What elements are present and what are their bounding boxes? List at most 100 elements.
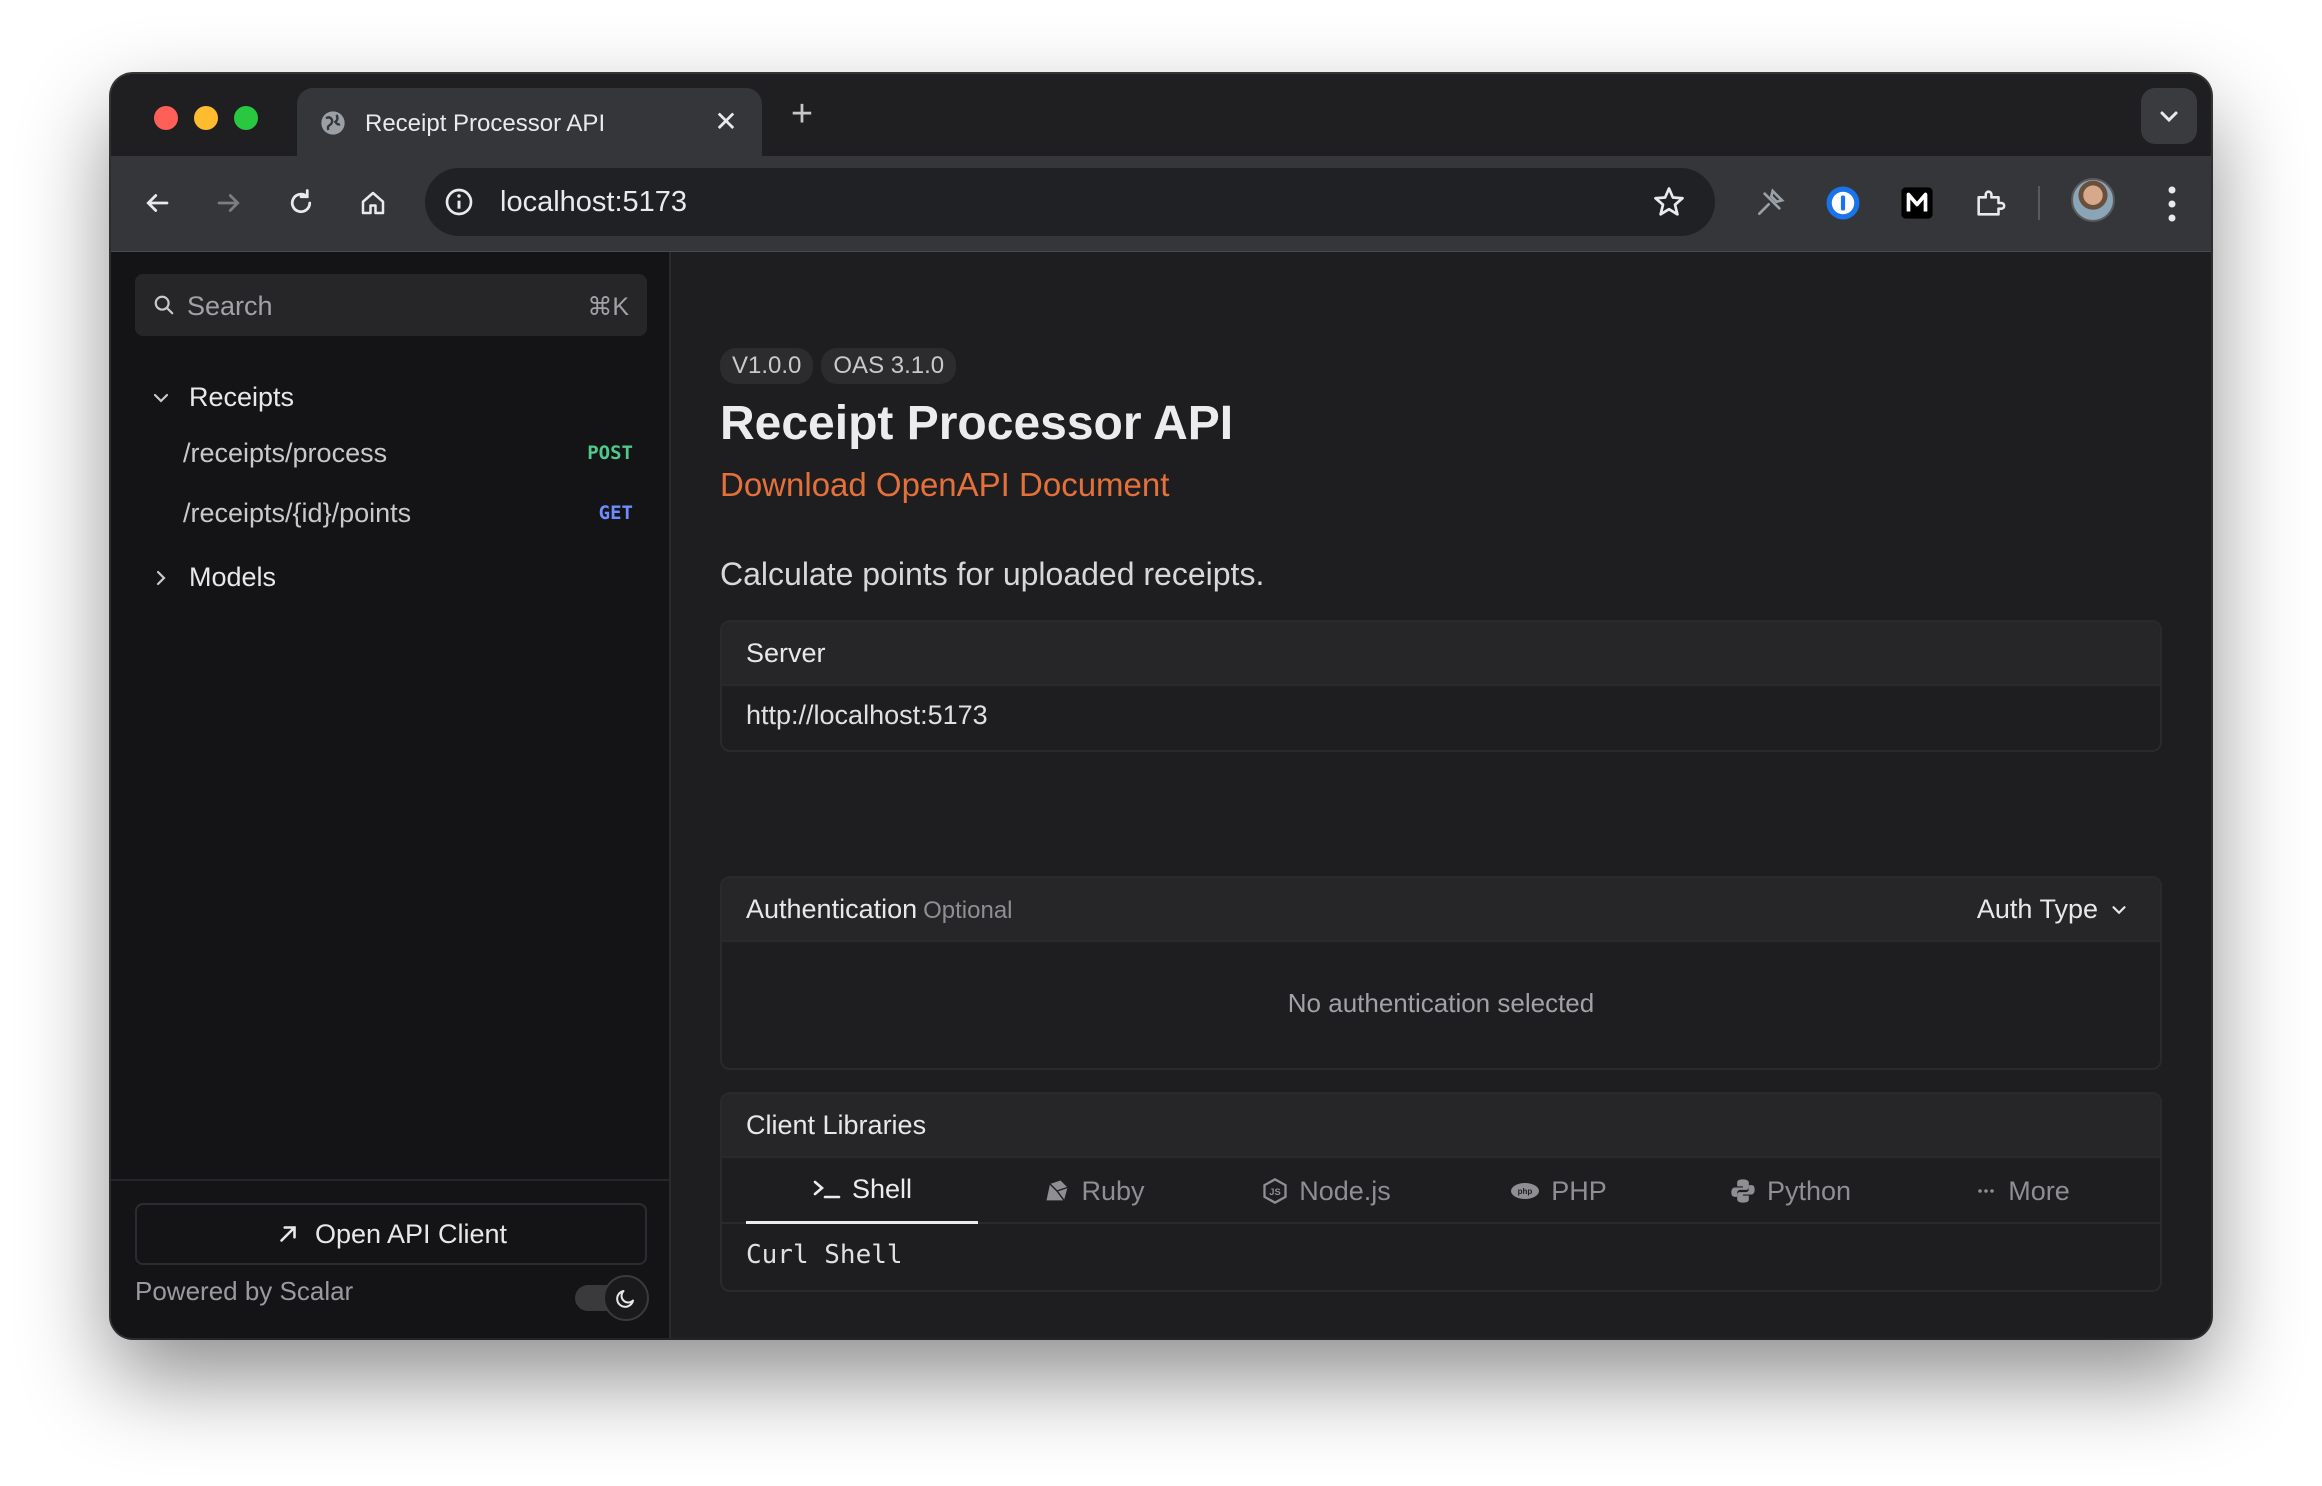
back-button[interactable]: [135, 181, 179, 225]
api-description: Calculate points for uploaded receipts.: [720, 556, 1265, 592]
auth-title: Authentication: [746, 894, 918, 924]
main-content: V1.0.0 OAS 3.1.0 Receipt Processor API D…: [720, 252, 2165, 1338]
powered-by-text[interactable]: Powered by Scalar: [135, 1276, 353, 1307]
authentication-card: Authentication Optional Auth Type No auth…: [720, 876, 2162, 1070]
tab-python[interactable]: Python: [1674, 1158, 1906, 1224]
svg-text:JS: JS: [1270, 1187, 1281, 1197]
endpoint-path: /receipts/process: [183, 438, 388, 468]
version-badges: V1.0.0 OAS 3.1.0: [720, 348, 957, 384]
tab-strip: Receipt Processor API ✕ +: [111, 74, 2211, 158]
m-extension-icon[interactable]: [1896, 182, 1938, 224]
tab-label: Python: [1766, 1175, 1852, 1206]
close-window-button[interactable]: [154, 106, 178, 130]
browser-toolbar: localhost:5173: [111, 156, 2211, 252]
tab-php[interactable]: php PHP: [1442, 1158, 1674, 1224]
auth-card-header: Authentication Optional Auth Type: [722, 878, 2160, 942]
open-api-client-label: Open API Client: [314, 1218, 508, 1249]
password-manager-icon[interactable]: [1822, 182, 1864, 224]
globe-icon: [321, 111, 345, 135]
python-icon: [1731, 1179, 1755, 1203]
forward-button[interactable]: [207, 181, 251, 225]
pin-extension-icon[interactable]: [1749, 182, 1791, 224]
server-card-header: Server: [722, 622, 2160, 686]
nodejs-icon: JS: [1263, 1177, 1287, 1205]
auth-label: Authentication Optional: [746, 894, 1013, 925]
url-text[interactable]: localhost:5173: [500, 186, 687, 219]
tab-label: Shell: [851, 1174, 913, 1204]
chevron-down-icon: [2112, 905, 2126, 914]
browser-tab[interactable]: Receipt Processor API ✕: [297, 88, 762, 158]
browser-window: Receipt Processor API ✕ + localhost:5173: [111, 74, 2211, 1338]
chevron-right-icon: [156, 570, 166, 585]
version-badge: V1.0.0: [720, 348, 814, 384]
tab-search-button[interactable]: [2141, 88, 2197, 144]
sidebar-group-label: Receipts: [189, 382, 295, 412]
arrow-up-right-icon: [280, 1226, 296, 1242]
open-api-client-button[interactable]: Open API Client: [135, 1203, 647, 1265]
ruby-icon: [1046, 1180, 1069, 1201]
more-menu-icon[interactable]: [2167, 184, 2177, 224]
download-openapi-link[interactable]: Download OpenAPI Document: [720, 466, 1169, 504]
tab-title: Receipt Processor API: [365, 110, 606, 137]
sidebar-group-label: Models: [189, 562, 277, 592]
ellipsis-icon: [1978, 1189, 1995, 1193]
svg-text:php: php: [1518, 1187, 1533, 1196]
tab-nodejs[interactable]: JS Node.js: [1210, 1158, 1442, 1224]
toggle-knob: [603, 1275, 649, 1321]
endpoint-path: /receipts/{id}/points: [183, 498, 412, 528]
client-libraries-label: Client Libraries: [746, 1110, 927, 1140]
arrow-left-icon: [146, 194, 169, 212]
tab-more[interactable]: More: [1906, 1158, 2138, 1224]
sidebar-item-receipts-points[interactable]: /receipts/{id}/points GET: [183, 488, 633, 540]
search-placeholder: Search: [187, 291, 273, 321]
sidebar-item-receipts-process[interactable]: /receipts/process POST: [183, 428, 633, 480]
toolbar-divider: [2038, 186, 2040, 220]
selected-client-label[interactable]: Curl Shell: [746, 1240, 903, 1270]
new-tab-button[interactable]: +: [784, 95, 820, 133]
php-icon: php: [1511, 1183, 1540, 1199]
auth-type-dropdown[interactable]: Auth Type: [1977, 894, 2130, 925]
minimize-window-button[interactable]: [194, 106, 218, 130]
extensions-puzzle-icon[interactable]: [1969, 182, 2011, 224]
address-bar[interactable]: localhost:5173: [425, 168, 1715, 236]
auth-optional: Optional: [923, 897, 1013, 924]
chevron-down-icon: [153, 393, 169, 403]
close-tab-icon[interactable]: ✕: [712, 108, 740, 136]
site-info-icon[interactable]: [443, 186, 475, 218]
terminal-icon: [813, 1180, 841, 1198]
sidebar-divider: [111, 1179, 669, 1181]
chevron-down-icon: [2160, 111, 2178, 123]
dark-mode-toggle[interactable]: [575, 1275, 649, 1321]
arrow-right-icon: [217, 194, 240, 212]
search-icon: [154, 295, 174, 315]
tab-ruby[interactable]: Ruby: [978, 1158, 1210, 1224]
no-auth-message: No authentication selected: [1287, 988, 1595, 1018]
moon-icon: [616, 1290, 634, 1308]
tab-label: More: [2008, 1175, 2070, 1206]
client-libraries-header: Client Libraries: [722, 1094, 2160, 1158]
profile-avatar[interactable]: [2071, 178, 2115, 222]
sidebar: Search ⌘K Receipts /receipts/process POS…: [111, 252, 671, 1338]
bookmark-star-icon[interactable]: [1651, 184, 1687, 220]
tab-shell[interactable]: Shell: [746, 1158, 978, 1224]
client-library-tabs: Shell Ruby JS Node.js php PHP Python Mor…: [722, 1158, 2160, 1224]
reload-button[interactable]: [279, 181, 323, 225]
home-button[interactable]: [351, 181, 395, 225]
reload-icon: [290, 189, 312, 214]
sidebar-group-models[interactable]: Models: [149, 562, 276, 593]
page-content: Search ⌘K Receipts /receipts/process POS…: [111, 252, 2211, 1338]
client-libraries-card: Client Libraries Shell Ruby JS Node.js p…: [720, 1092, 2162, 1292]
maximize-window-button[interactable]: [234, 106, 258, 130]
page-title: Receipt Processor API: [720, 397, 1234, 450]
server-label: Server: [746, 638, 826, 668]
oas-badge: OAS 3.1.0: [821, 348, 957, 384]
search-shortcut: ⌘K: [587, 293, 629, 321]
tab-label: PHP: [1551, 1175, 1607, 1206]
tab-label: Ruby: [1081, 1175, 1145, 1206]
server-card: Server http://localhost:5173: [720, 620, 2162, 752]
server-url[interactable]: http://localhost:5173: [746, 700, 988, 731]
method-badge-post: POST: [587, 442, 633, 464]
sidebar-group-receipts[interactable]: Receipts: [149, 382, 294, 413]
auth-type-label: Auth Type: [1976, 894, 2098, 924]
search-input[interactable]: Search ⌘K: [135, 274, 647, 336]
